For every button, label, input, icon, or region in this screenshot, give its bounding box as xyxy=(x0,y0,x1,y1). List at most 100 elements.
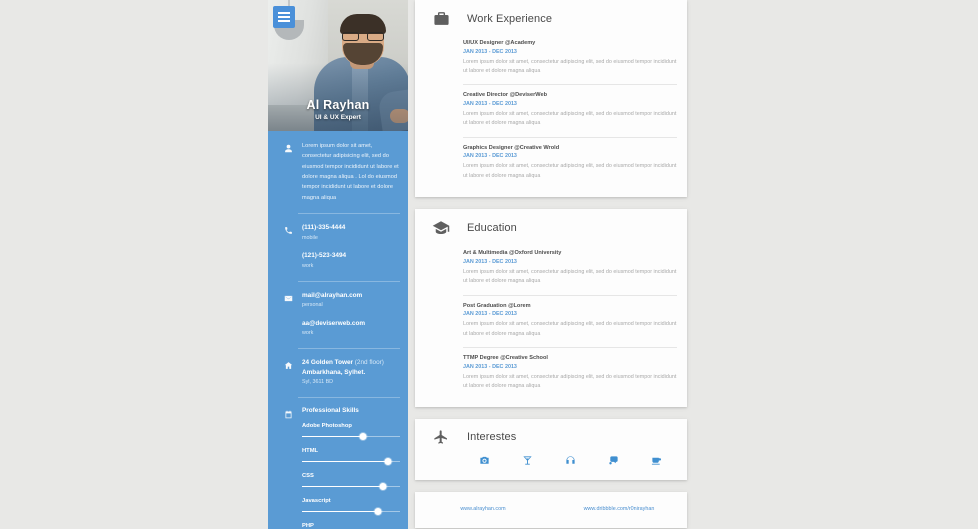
phone-label: mobile xyxy=(302,234,318,241)
email-value: aa@deviserweb.com xyxy=(302,319,366,327)
skill-slider[interactable] xyxy=(302,507,400,516)
entry-item: UI/UX Designer @Academy JAN 2013 - DEC 20… xyxy=(463,33,677,86)
email-item[interactable]: aa@deviserweb.com work xyxy=(302,319,400,338)
email-item[interactable]: mail@alrayhan.com personal xyxy=(302,291,400,310)
entry-item: TTMP Degree @Creative School JAN 2013 - D… xyxy=(463,348,677,399)
entry-date: JAN 2013 - DEC 2013 xyxy=(463,363,517,370)
entry-description: Lorem ipsum dolor sit amet, consectetur … xyxy=(463,110,677,127)
slider-fill xyxy=(302,460,389,463)
entry-date: JAN 2013 - DEC 2013 xyxy=(463,100,517,107)
work-experience-header: Work Experience xyxy=(415,0,687,33)
resume-page: Al Rayhan UI & UX Expert Lorem ipsum dol… xyxy=(0,0,978,529)
slider-knob[interactable] xyxy=(374,507,382,515)
skills-title: Professional Skills xyxy=(302,406,359,414)
slider-fill xyxy=(302,485,384,488)
skill-item: CSS xyxy=(302,473,400,491)
skill-label: Adobe Photoshop xyxy=(302,422,352,429)
sidebar-section-about: Lorem ipsum dolor sit amet, consectetur … xyxy=(268,131,408,213)
entry-title: UI/UX Designer @Academy xyxy=(463,40,536,46)
skill-item: HTML xyxy=(302,448,400,466)
entry-title: Art & Multimedia @Oxford University xyxy=(463,250,562,257)
email-label: personal xyxy=(302,302,323,309)
sidebar-section-phone: (111)-335-4444 mobile (121)-523-3494 wor… xyxy=(268,213,408,281)
airplane-icon xyxy=(415,429,467,445)
skill-item: Javascript xyxy=(302,498,400,516)
entry-item: Art & Multimedia @Oxford University JAN 2… xyxy=(463,243,677,296)
education-header: Education xyxy=(415,209,687,243)
slider-knob[interactable] xyxy=(359,432,367,440)
links-card: www.alrayhan.com www.dribbble.com/r0nira… xyxy=(415,492,687,529)
skill-slider[interactable] xyxy=(302,457,400,466)
interests-title: Interestes xyxy=(467,431,517,444)
coffee-icon[interactable] xyxy=(635,455,678,466)
profile-name: Al Rayhan xyxy=(306,98,370,112)
education-title: Education xyxy=(467,222,517,235)
education-entries: Art & Multimedia @Oxford University JAN 2… xyxy=(415,243,687,407)
work-experience-card: Work Experience UI/UX Designer @Academy J… xyxy=(415,0,687,198)
skill-label: Javascript xyxy=(302,497,331,504)
entry-title: Graphics Designer @Creative Wrold xyxy=(463,144,560,151)
sidebar-section-email: mail@alrayhan.com personal aa@deviserweb… xyxy=(268,280,408,349)
work-experience-entries: UI/UX Designer @Academy JAN 2013 - DEC 20… xyxy=(415,33,687,197)
skill-slider[interactable] xyxy=(302,432,400,441)
work-experience-title: Work Experience xyxy=(467,12,553,25)
entry-title: TTMP Degree @Creative School xyxy=(463,355,548,362)
interests-card: Interestes xyxy=(415,419,687,481)
sidebar: Al Rayhan UI & UX Expert Lorem ipsum dol… xyxy=(268,0,408,529)
phone-value: (111)-335-4444 xyxy=(302,224,346,232)
interests-icon-row xyxy=(415,451,687,480)
home-icon xyxy=(276,358,300,387)
entry-date: JAN 2013 - DEC 2013 xyxy=(463,258,517,265)
slider-fill xyxy=(302,510,379,513)
interests-header: Interestes xyxy=(415,419,687,451)
phone-value: (121)-523-3494 xyxy=(302,252,347,260)
about-text: Lorem ipsum dolor sit amet, consectetur … xyxy=(302,143,399,201)
skill-label: HTML xyxy=(302,447,319,454)
education-card: Education Art & Multimedia @Oxford Unive… xyxy=(415,209,687,408)
briefcase-icon xyxy=(415,10,467,27)
entry-description: Lorem ipsum dolor sit amet, consectetur … xyxy=(463,373,677,389)
skill-item: PHP xyxy=(302,523,400,529)
slider-knob[interactable] xyxy=(384,457,392,465)
dribbble-link[interactable]: www.dribbble.com/r0nirayhan xyxy=(551,506,687,512)
entry-date: JAN 2013 - DEC 2013 xyxy=(463,311,517,318)
email-label: work xyxy=(302,330,314,337)
cocktail-icon[interactable] xyxy=(506,455,549,466)
phone-item[interactable]: (121)-523-3494 work xyxy=(302,251,400,270)
phone-label: work xyxy=(302,262,314,269)
entry-item: Post Graduation @Lorem JAN 2013 - DEC 201… xyxy=(463,296,677,349)
skill-slider[interactable] xyxy=(302,482,400,491)
slider-knob[interactable] xyxy=(379,482,387,490)
email-value: mail@alrayhan.com xyxy=(302,291,363,299)
entry-description: Lorem ipsum dolor sit amet, consectetur … xyxy=(463,321,677,337)
entry-title: Post Graduation @Lorem xyxy=(463,302,531,309)
entry-description: Lorem ipsum dolor sit amet, consectetur … xyxy=(463,268,677,285)
entry-item: Creative Director @DeviserWeb JAN 2013 - … xyxy=(463,85,677,138)
entry-date: JAN 2013 - DEC 2013 xyxy=(463,153,517,160)
entry-title: Creative Director @DeviserWeb xyxy=(463,92,548,99)
profile-photo: Al Rayhan UI & UX Expert xyxy=(268,0,408,131)
address-line-1: 24 Golden Tower (2nd floor) xyxy=(302,358,400,368)
camera-icon[interactable] xyxy=(463,455,506,466)
address-street: 24 Golden Tower xyxy=(302,359,354,367)
address-floor: (2nd floor) xyxy=(354,359,384,367)
phone-icon xyxy=(276,223,300,271)
skill-label: PHP xyxy=(302,522,314,529)
slider-fill xyxy=(302,435,363,438)
entry-date: JAN 2013 - DEC 2013 xyxy=(463,48,517,55)
graduation-cap-icon xyxy=(415,219,467,237)
headphones-icon[interactable] xyxy=(549,455,592,466)
chat-icon[interactable] xyxy=(592,455,635,466)
website-link[interactable]: www.alrayhan.com xyxy=(415,506,551,512)
sidebar-section-address: 24 Golden Tower (2nd floor) Ambarkhana, … xyxy=(268,348,408,397)
skill-item: Adobe Photoshop xyxy=(302,423,400,441)
menu-icon[interactable] xyxy=(273,6,295,28)
entry-description: Lorem ipsum dolor sit amet, consectetur … xyxy=(463,163,677,179)
address-line-3: Syl, 3611 BD xyxy=(302,379,334,386)
skill-label: CSS xyxy=(302,472,314,479)
phone-item[interactable]: (111)-335-4444 mobile xyxy=(302,223,400,242)
profile-role: UI & UX Expert xyxy=(315,114,361,121)
envelope-icon xyxy=(276,291,300,339)
skills-list: Adobe PhotoshopHTMLCSSJavascriptPHPJAVAS… xyxy=(302,423,400,529)
main-column: Work Experience UI/UX Designer @Academy J… xyxy=(415,0,687,529)
